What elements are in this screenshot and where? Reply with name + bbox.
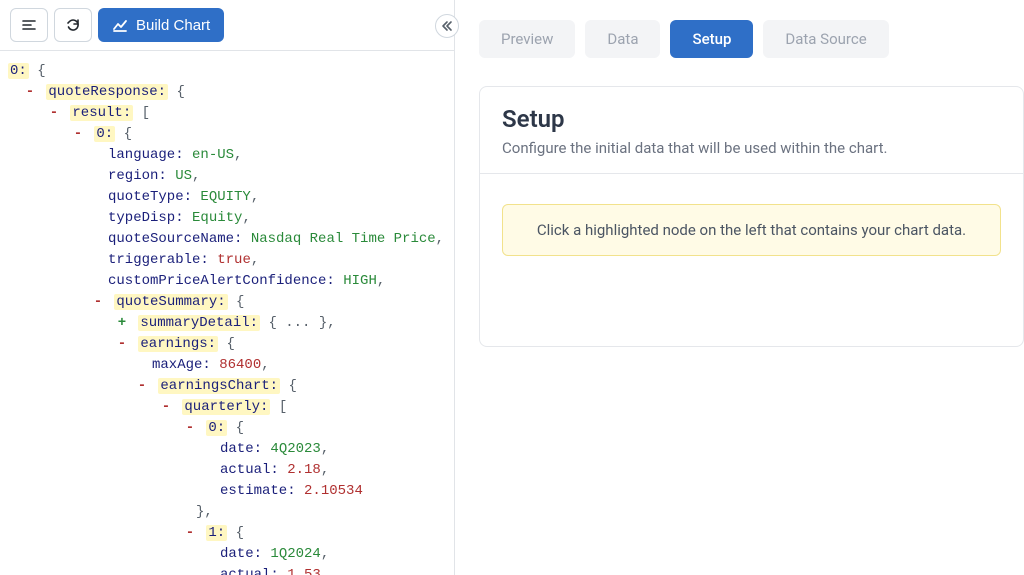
json-value: 86400: [219, 357, 261, 373]
json-key[interactable]: quoteSummary:: [114, 294, 227, 310]
json-key[interactable]: triggerable:: [108, 252, 209, 268]
json-key[interactable]: date:: [220, 546, 262, 562]
card-header: Setup Configure the initial data that wi…: [480, 87, 1023, 174]
build-chart-label: Build Chart: [136, 17, 210, 34]
json-value: 1Q2024: [270, 546, 320, 562]
build-chart-button[interactable]: Build Chart: [98, 8, 224, 42]
json-value: 2.10534: [304, 483, 363, 499]
json-value: true: [217, 252, 251, 268]
right-panel: Preview Data Setup Data Source Setup Con…: [455, 0, 1024, 575]
json-key[interactable]: result:: [70, 105, 133, 121]
json-value: Nasdaq Real Time Price: [251, 231, 436, 247]
json-key[interactable]: summaryDetail:: [138, 315, 260, 331]
json-key[interactable]: typeDisp:: [108, 210, 184, 226]
json-value: en-US: [192, 147, 234, 163]
align-left-icon: [21, 17, 37, 33]
card-body: Click a highlighted node on the left tha…: [480, 174, 1023, 346]
json-key[interactable]: 0:: [206, 420, 227, 436]
json-key[interactable]: region:: [108, 168, 167, 184]
toggle-expand[interactable]: +: [116, 313, 128, 334]
json-key[interactable]: 0:: [8, 63, 29, 79]
json-key[interactable]: quoteType:: [108, 189, 192, 205]
toolbar: Build Chart: [0, 0, 454, 51]
json-key[interactable]: quoteSourceName:: [108, 231, 242, 247]
collapsed-placeholder: { ... }: [268, 315, 327, 331]
tab-setup[interactable]: Setup: [670, 20, 753, 58]
tabs: Preview Data Setup Data Source: [479, 20, 1024, 58]
json-key[interactable]: estimate:: [220, 483, 296, 499]
json-key[interactable]: actual:: [220, 462, 279, 478]
json-value: 2.18: [287, 462, 321, 478]
json-key[interactable]: maxAge:: [152, 357, 211, 373]
tab-data-source[interactable]: Data Source: [763, 20, 888, 58]
toggle-collapse[interactable]: -: [136, 376, 148, 397]
json-key[interactable]: actual:: [220, 567, 279, 575]
json-key[interactable]: quoteResponse:: [46, 84, 168, 100]
json-value: 4Q2023: [270, 441, 320, 457]
json-key[interactable]: language:: [108, 147, 184, 163]
toggle-collapse[interactable]: -: [48, 103, 60, 124]
json-key[interactable]: date:: [220, 441, 262, 457]
json-key[interactable]: 1:: [206, 525, 227, 541]
setup-hint-alert: Click a highlighted node on the left tha…: [502, 204, 1001, 256]
toggle-collapse[interactable]: -: [184, 523, 196, 544]
setup-subtitle: Configure the initial data that will be …: [502, 139, 1001, 157]
json-value: HIGH: [343, 273, 377, 289]
collapse-panel-button[interactable]: [435, 14, 455, 38]
json-key[interactable]: earnings:: [138, 336, 218, 352]
toggle-collapse[interactable]: -: [72, 124, 84, 145]
json-key[interactable]: quarterly:: [182, 399, 270, 415]
json-tree[interactable]: 0: { - quoteResponse: { - result: [ - 0:…: [0, 51, 454, 575]
json-value: US: [175, 168, 192, 184]
left-panel: Build Chart 0: { - quoteResponse: { - re…: [0, 0, 455, 575]
json-value: Equity: [192, 210, 242, 226]
toggle-collapse[interactable]: -: [116, 334, 128, 355]
setup-title: Setup: [502, 105, 1001, 133]
toggle-collapse[interactable]: -: [92, 292, 104, 313]
toggle-collapse[interactable]: -: [184, 418, 196, 439]
toggle-collapse[interactable]: -: [24, 82, 36, 103]
setup-card: Setup Configure the initial data that wi…: [479, 86, 1024, 347]
refresh-button[interactable]: [54, 8, 92, 42]
json-key[interactable]: earningsChart:: [158, 378, 280, 394]
json-value: EQUITY: [200, 189, 250, 205]
refresh-icon: [65, 17, 81, 33]
json-key[interactable]: customPriceAlertConfidence:: [108, 273, 335, 289]
chart-line-icon: [112, 17, 128, 33]
toggle-collapse[interactable]: -: [160, 397, 172, 418]
json-key[interactable]: 0:: [94, 126, 115, 142]
menu-button[interactable]: [10, 8, 48, 42]
chevron-double-left-icon: [441, 20, 453, 32]
tab-preview[interactable]: Preview: [479, 20, 575, 58]
json-value: 1.53: [287, 567, 321, 575]
tab-data[interactable]: Data: [585, 20, 660, 58]
